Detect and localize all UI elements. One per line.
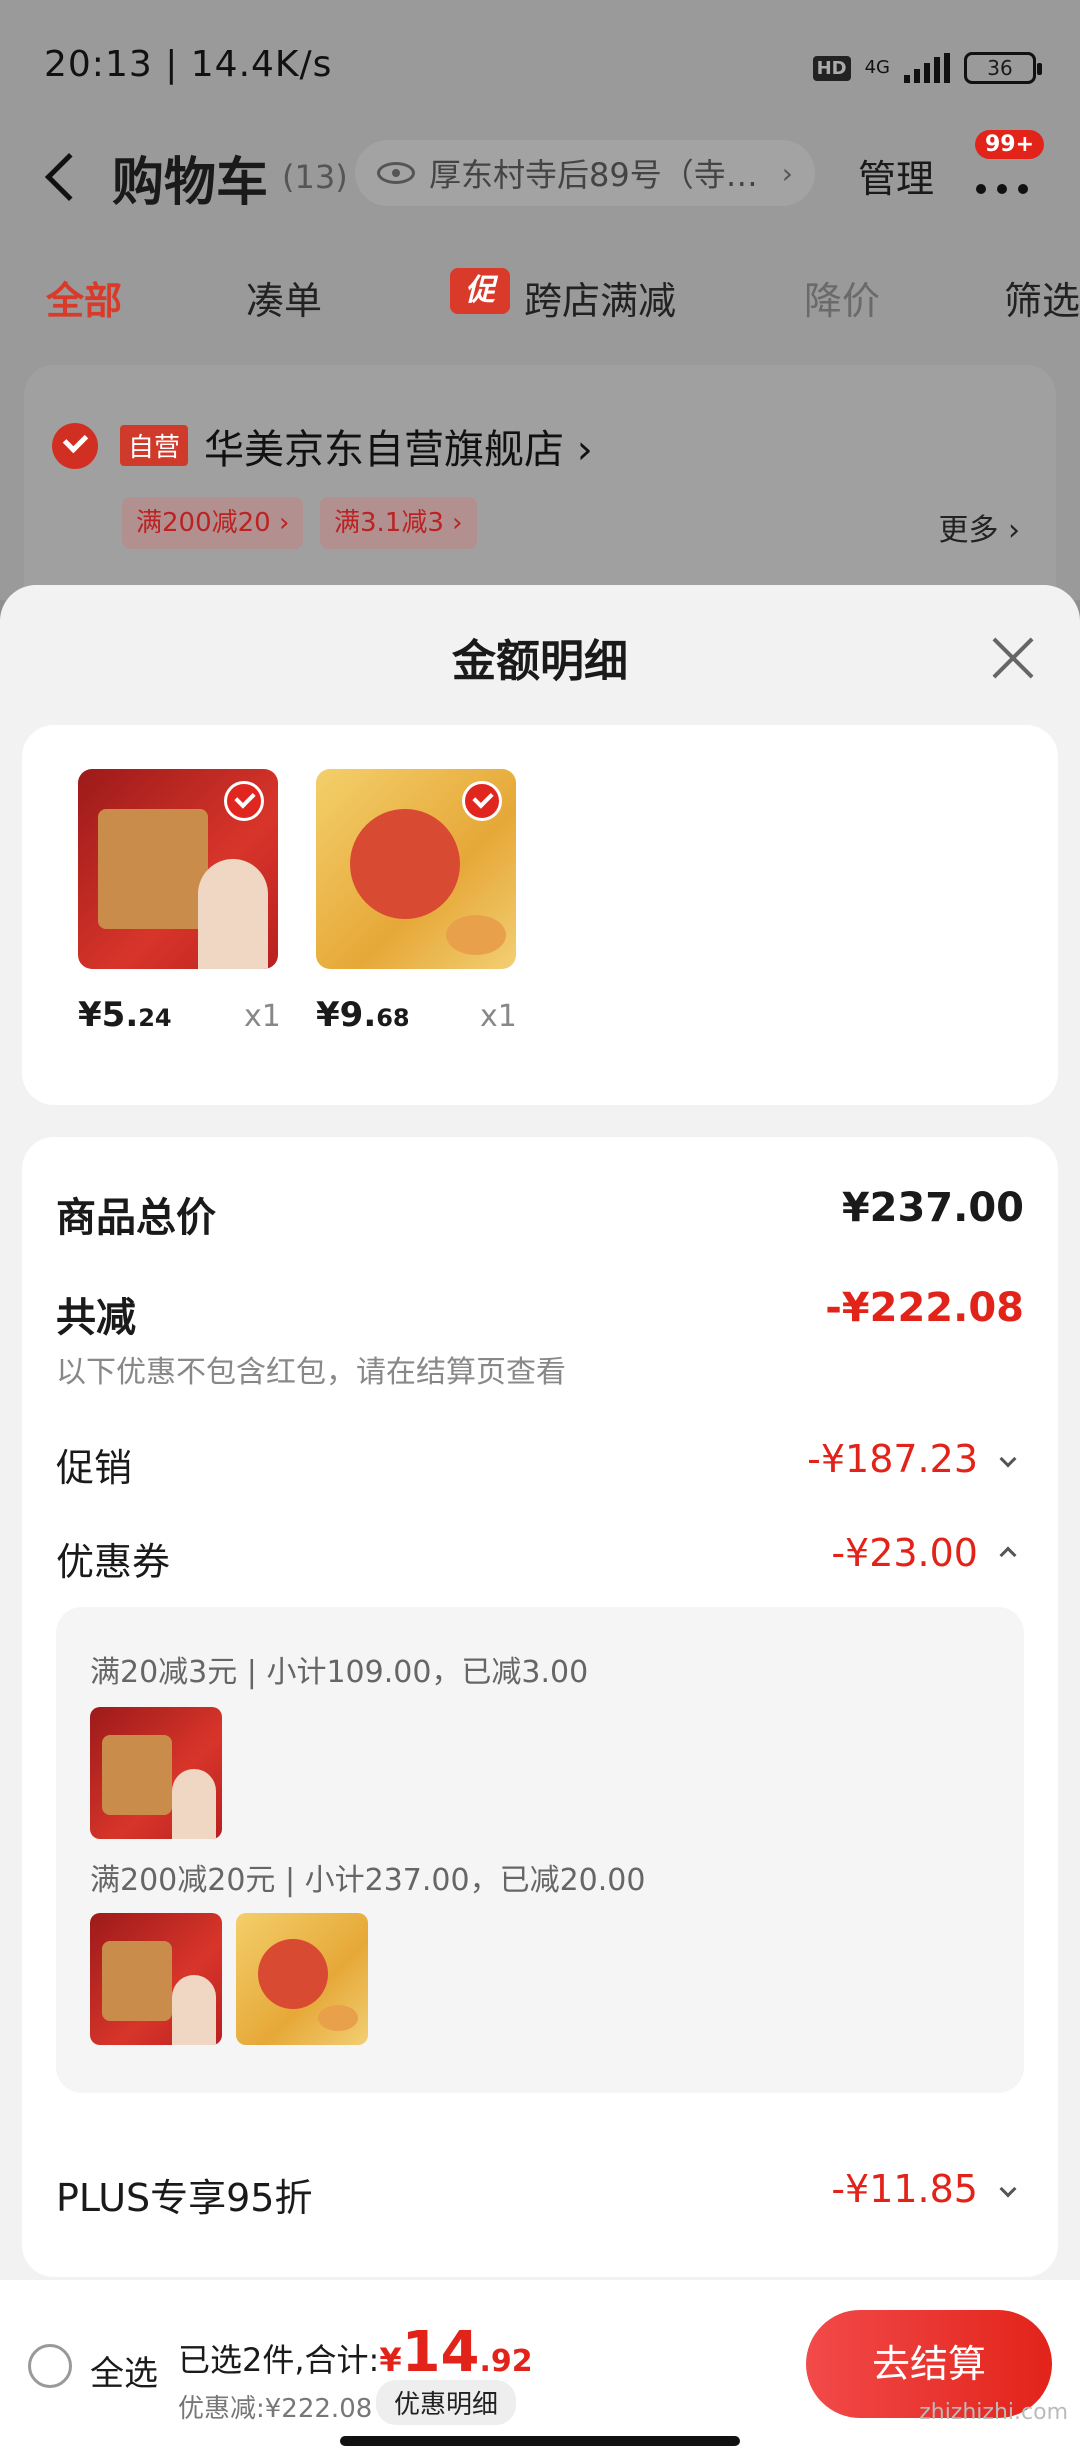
- product-price: ¥9.68: [316, 995, 410, 1035]
- home-indicator: [340, 2436, 740, 2446]
- store-promo-tag[interactable]: 满200减20 ›: [122, 497, 304, 549]
- total-price-label: 商品总价: [56, 1195, 216, 1241]
- total-reduction-value: -¥222.08: [825, 1285, 1024, 1331]
- store-checkbox[interactable]: [52, 423, 98, 469]
- total-price-value: ¥237.00: [841, 1185, 1024, 1231]
- address-text: 厚东村寺后89号（寺…: [429, 156, 758, 194]
- product-image: [78, 769, 278, 969]
- checked-icon: [224, 781, 264, 821]
- address-selector[interactable]: 厚东村寺后89号（寺… ›: [355, 140, 815, 206]
- status-bar: 20:13 | 14.4K/s HD 4G 36: [0, 0, 1080, 130]
- promotion-label: 促销: [56, 1446, 133, 1490]
- coupon-label: 优惠券: [56, 1540, 171, 1584]
- location-eye-icon: [377, 162, 415, 184]
- coupon-detail-box: 满20减3元 | 小计109.00，已减3.00 满200减20元 | 小计23…: [56, 1607, 1024, 2093]
- product-image: [316, 769, 516, 969]
- chevron-right-icon: ›: [781, 156, 793, 190]
- battery-icon: 36: [964, 52, 1042, 84]
- tab-all[interactable]: 全部: [46, 270, 122, 325]
- selected-products-card: ¥5.24 x1 ¥9.68 x1: [22, 725, 1058, 1105]
- signal-icon: [904, 53, 950, 83]
- total-summary: 已选2件,合计:¥14.92: [178, 2320, 533, 2385]
- coupon-product-thumb: [90, 1913, 222, 2045]
- discount-amount: 优惠减:¥222.08: [178, 2394, 373, 2424]
- store-more-link[interactable]: 更多 ›: [938, 505, 1020, 549]
- page-title: 购物车: [112, 153, 269, 213]
- coupon-value[interactable]: -¥23.00: [831, 1531, 978, 1575]
- coupon-product-thumb: [236, 1913, 368, 2045]
- product-item[interactable]: [78, 769, 278, 969]
- tab-bundle[interactable]: 凑单: [246, 270, 322, 325]
- status-icons: HD 4G 36: [812, 52, 1042, 84]
- checked-icon: [462, 781, 502, 821]
- plus-discount-value[interactable]: -¥11.85: [831, 2167, 978, 2211]
- tab-price-drop[interactable]: 降价: [804, 270, 880, 325]
- self-operated-badge: 自营: [120, 425, 189, 466]
- promotion-value[interactable]: -¥187.23: [807, 1437, 978, 1481]
- coupon-line: 满200减20元 | 小计237.00，已减20.00: [90, 1863, 646, 1898]
- product-item[interactable]: [316, 769, 516, 969]
- chevron-up-icon[interactable]: [999, 1546, 1017, 1564]
- product-price: ¥5.24: [78, 995, 172, 1035]
- chevron-down-icon[interactable]: [999, 1450, 1017, 1468]
- network-type: 4G: [864, 57, 890, 78]
- tab-cross-store[interactable]: 跨店满减: [524, 270, 676, 325]
- total-reduction-label: 共减: [56, 1295, 136, 1341]
- total-amount: 14: [401, 2320, 480, 2385]
- close-icon[interactable]: [990, 635, 1036, 681]
- select-all-label[interactable]: 全选: [90, 2346, 158, 2395]
- reduction-note: 以下优惠不包含红包，请在结算页查看: [56, 1355, 566, 1390]
- product-qty: x1: [480, 999, 517, 1034]
- coupon-line: 满20减3元 | 小计109.00，已减3.00: [90, 1655, 589, 1690]
- cart-count: (13): [282, 158, 348, 196]
- select-all-radio[interactable]: [28, 2344, 72, 2388]
- store-name[interactable]: 华美京东自营旗舰店 ›: [204, 417, 593, 475]
- status-time: 20:13 | 14.4K/s: [44, 44, 333, 85]
- plus-discount-label: PLUS专享95折: [56, 2176, 313, 2220]
- message-badge: 99+: [975, 130, 1045, 159]
- tab-filter[interactable]: 筛选: [1004, 270, 1080, 325]
- back-arrow-icon[interactable]: [44, 152, 94, 202]
- product-qty: x1: [244, 999, 281, 1034]
- cart-header: 购物车 (13) 厚东村寺后89号（寺… › 管理 99+: [0, 130, 1080, 230]
- watermark: zhizhizhi.com: [919, 2400, 1068, 2425]
- store-promo-tag[interactable]: 满3.1减3 ›: [320, 497, 477, 549]
- promo-icon: 促: [450, 268, 510, 314]
- sheet-title: 金额明细: [452, 636, 628, 687]
- cart-tabs: 全部 凑单 促 跨店满减 降价 筛选: [0, 260, 1080, 330]
- coupon-product-thumb: [90, 1707, 222, 1839]
- chevron-down-icon[interactable]: [999, 2180, 1017, 2198]
- hd-icon: HD: [812, 55, 851, 81]
- more-dots-icon[interactable]: [972, 156, 1032, 206]
- amount-detail-sheet: 金额明细 ¥5.24 x1 ¥9.68 x1 商品总价 ¥237.00 共减 -…: [0, 585, 1080, 2460]
- price-breakdown-card: 商品总价 ¥237.00 共减 -¥222.08 以下优惠不包含红包，请在结算页…: [22, 1137, 1058, 2277]
- manage-button[interactable]: 管理: [858, 148, 934, 203]
- discount-detail-button[interactable]: 优惠明细: [376, 2380, 517, 2425]
- checkout-bar: 全选 已选2件,合计:¥14.92 优惠减:¥222.08 优惠明细 去结算: [0, 2280, 1080, 2460]
